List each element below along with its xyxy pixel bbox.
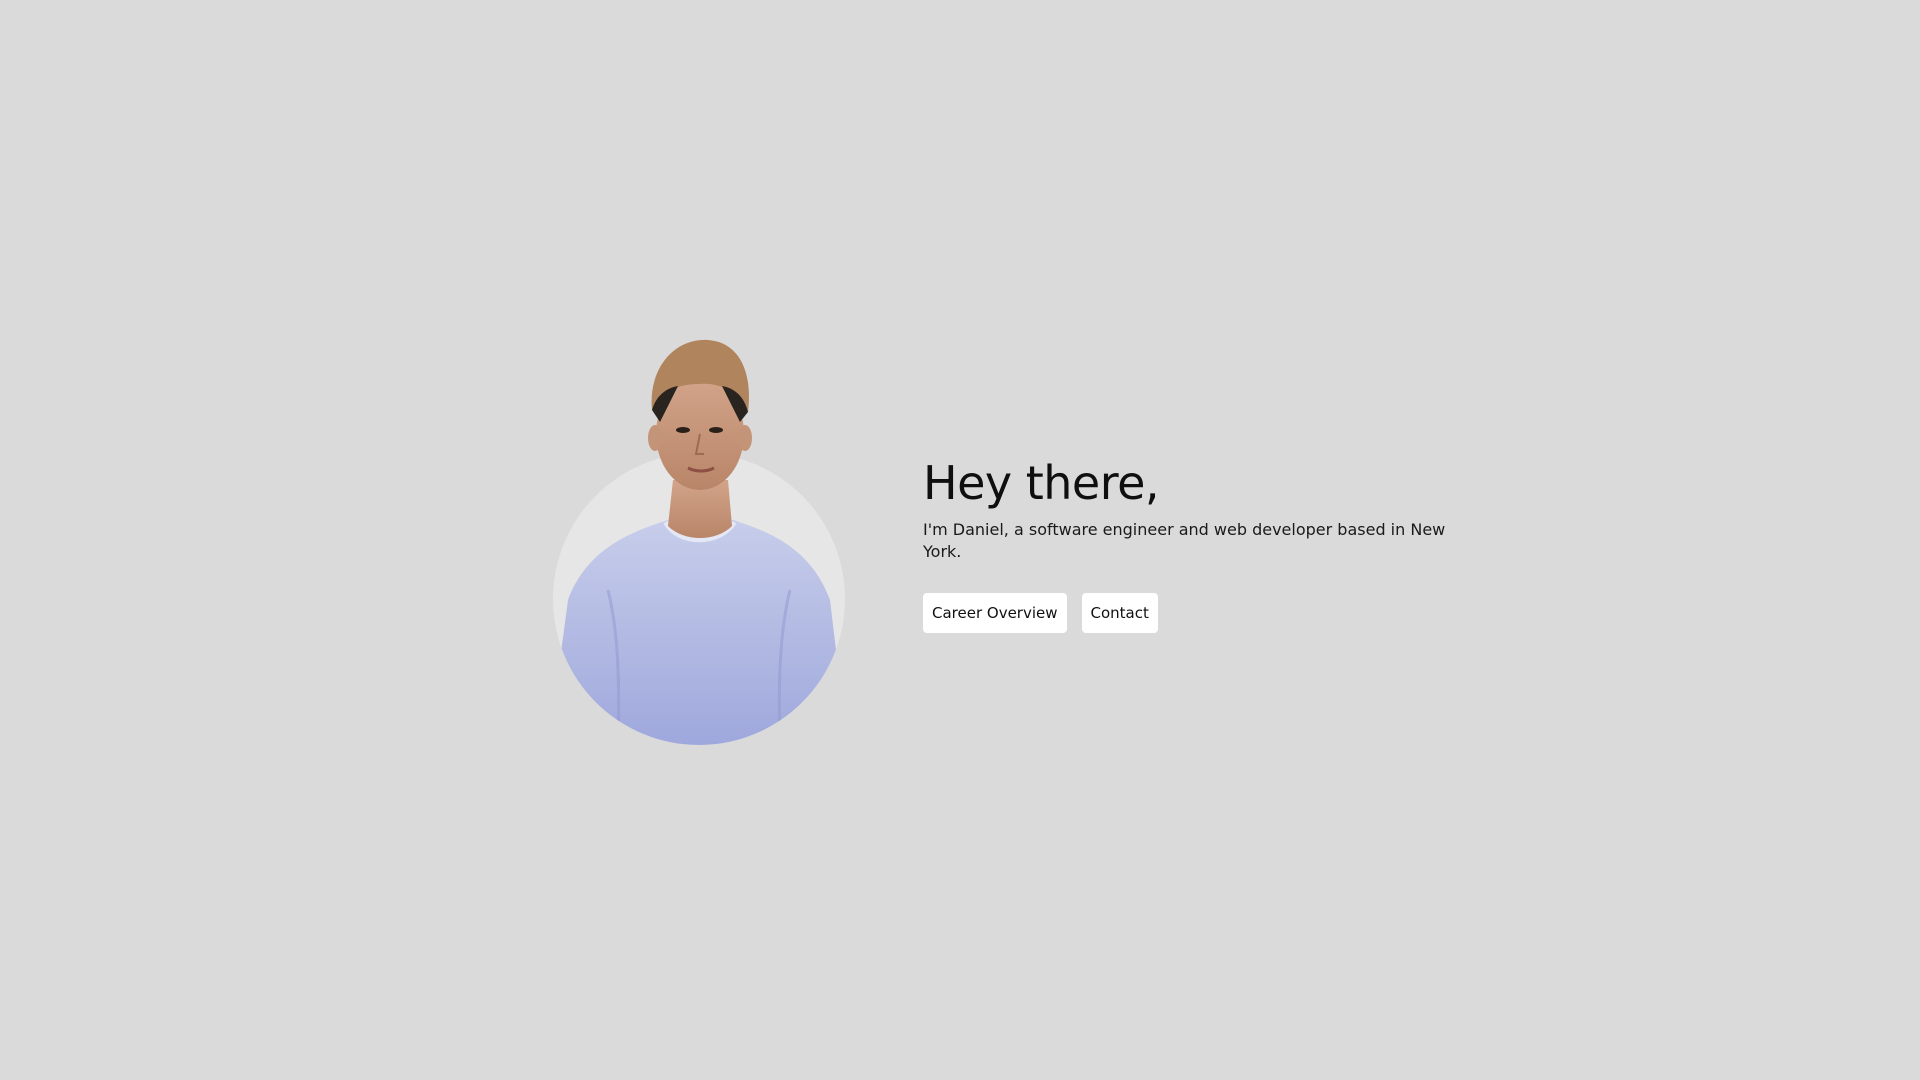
profile-photo bbox=[548, 330, 848, 750]
page: Hey there, I'm Daniel, a software engine… bbox=[0, 0, 1920, 1080]
contact-button[interactable]: Contact bbox=[1081, 593, 1158, 633]
portrait-illustration bbox=[553, 339, 845, 745]
hero-intro: I'm Daniel, a software engineer and web … bbox=[923, 520, 1446, 561]
hero-actions: Career Overview Contact bbox=[923, 593, 1483, 633]
hero-heading: Hey there, bbox=[923, 456, 1160, 510]
hero-copy: Hey there, I'm Daniel, a software engine… bbox=[923, 455, 1483, 633]
hero-section: Hey there, I'm Daniel, a software engine… bbox=[548, 330, 1448, 750]
career-overview-button[interactable]: Career Overview bbox=[923, 593, 1067, 633]
